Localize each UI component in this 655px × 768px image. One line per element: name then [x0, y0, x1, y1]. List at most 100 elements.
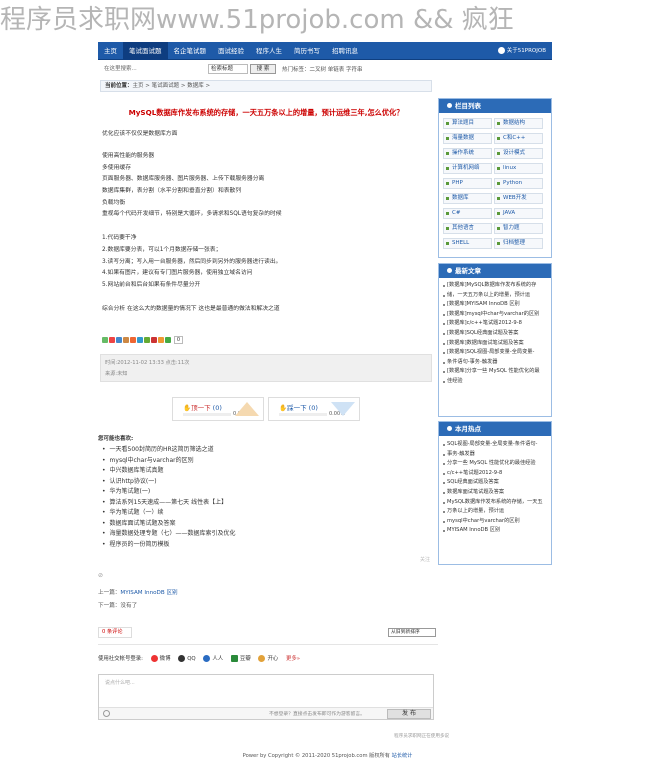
related-item[interactable]: 一天看500封简历的HR这简历筛选之道	[102, 445, 236, 456]
search-button[interactable]: 搜 索	[250, 64, 276, 74]
hot-item[interactable]: 数据库面试笔试题及答案	[443, 488, 547, 498]
latest-item[interactable]: [数据库]MySQL数据库作发布系统的存	[443, 281, 547, 291]
related-item[interactable]: 程序员的一份简历模板	[102, 540, 236, 551]
nav-resume[interactable]: 简历书写	[288, 42, 326, 60]
column-link[interactable]: 数据库	[443, 193, 492, 204]
hot-item[interactable]: SQL视图-局部变量-全局变量-条件语句-	[443, 440, 547, 450]
related-item[interactable]: 算法系列15天速成——第七天 线性表【上】	[102, 498, 236, 509]
main-nav: 主页 笔试面试题 名企笔试题 面试经验 程序人生 简历书写 招聘讯息 关于51P…	[98, 42, 552, 60]
column-link[interactable]: Python	[494, 178, 543, 189]
share-icon[interactable]	[123, 337, 129, 343]
related-item[interactable]: 中兴数据库笔试真题	[102, 466, 236, 477]
related-item[interactable]: 认识http协议(一)	[102, 477, 236, 488]
latest-item[interactable]: [数据库]c/c++笔试题2012-9-8	[443, 319, 547, 329]
share-icon[interactable]	[144, 337, 150, 343]
nav-home[interactable]: 主页	[98, 42, 123, 60]
weibo-icon[interactable]	[150, 655, 158, 662]
latest-item-cont[interactable]: 储，一天五万条以上的增量，预计运	[443, 291, 547, 301]
column-link[interactable]: 归档整理	[494, 238, 543, 249]
column-link[interactable]: 计算机网络	[443, 163, 492, 174]
duoshuo-footer[interactable]: 程序员求职网正在使用多说	[394, 733, 449, 739]
vote-up[interactable]: ✋顶一下 (0) 0.00%	[172, 397, 264, 421]
share-icon[interactable]	[137, 337, 143, 343]
column-link[interactable]: PHP	[443, 178, 492, 189]
column-link[interactable]: 海量数据	[443, 133, 492, 144]
emoji-icon[interactable]	[103, 710, 110, 717]
share-icon[interactable]	[151, 337, 157, 343]
hot-item[interactable]: SQL经典面试题及答案	[443, 478, 547, 488]
latest-item-cont[interactable]: 佳经验	[443, 377, 547, 387]
search-type-select[interactable]: 检索标题	[208, 64, 248, 74]
column-link[interactable]: JAVA	[494, 208, 543, 219]
hot-item-cont[interactable]: 事务-触发器	[443, 450, 547, 460]
service-kaixin[interactable]: 开心	[267, 656, 278, 662]
article-line: 页面服务器、数据库服务器、图片服务器、上传下载服务器分离	[102, 176, 265, 182]
latest-item[interactable]: [数据库]SQL视图-局部变量-全局变量-	[443, 348, 547, 358]
stats-link[interactable]: 站长统计	[392, 753, 413, 759]
vote-down[interactable]: ✋踩一下 (0) 0.00%	[268, 397, 360, 421]
related-item[interactable]: mysql中char与varchar的区别	[102, 456, 236, 467]
follow-label[interactable]: 关注	[420, 556, 430, 563]
nav-programmer-life[interactable]: 程序人生	[250, 42, 288, 60]
comment-count-tab[interactable]: 0 条评论	[98, 627, 132, 638]
related-item[interactable]: 数据库面试笔试题及答案	[102, 519, 236, 530]
latest-item[interactable]: [数据库]MYISAM InnoDB 区别	[443, 300, 547, 310]
related-item[interactable]: 华为笔试题（一）续	[102, 508, 236, 519]
nav-jobs[interactable]: 招聘讯息	[326, 42, 364, 60]
column-link[interactable]: WEB开发	[494, 193, 543, 204]
column-link[interactable]: 操作系统	[443, 148, 492, 159]
prev-label: 上一篇：	[98, 590, 121, 596]
share-icon[interactable]	[116, 337, 122, 343]
hot-item-cont[interactable]: 万条以上的增量，预计运	[443, 507, 547, 517]
latest-item[interactable]: [数据库]mysql中char与varchar的区别	[443, 310, 547, 320]
service-qq[interactable]: QQ	[187, 656, 196, 662]
related-item[interactable]: 华为笔试题(一)	[102, 487, 236, 498]
renren-icon[interactable]	[203, 655, 211, 662]
share-icon[interactable]	[102, 337, 108, 343]
guest-tip: 不想登录？直接点击发布即可作为游客留言。	[269, 712, 365, 717]
share-icon[interactable]	[109, 337, 115, 343]
breadcrumb-path[interactable]: 主页 > 笔试面试题 > 数据库 >	[133, 83, 211, 89]
service-douban[interactable]: 豆瓣	[240, 656, 251, 662]
hot-item[interactable]: mysql中char与varchar的区别	[443, 517, 547, 527]
column-link[interactable]: 其他语言	[443, 223, 492, 234]
column-link[interactable]: linux	[494, 163, 543, 174]
nav-interview-questions[interactable]: 笔试面试题	[123, 42, 168, 60]
hot-item[interactable]: 分享一些 MySQL 性能优化的最佳经验	[443, 459, 547, 469]
nav-company-questions[interactable]: 名企笔试题	[168, 42, 213, 60]
search-input[interactable]: 在这里搜索...	[104, 64, 204, 74]
prev-link[interactable]: MYISAM InnoDB 区别	[120, 590, 177, 596]
latest-item[interactable]: [数据库]SQL经典面试题及答案	[443, 329, 547, 339]
article-line: 数据库集群，表分割（水平分割和垂直分割）和表散列	[102, 188, 242, 194]
column-link[interactable]: C和C++	[494, 133, 543, 144]
latest-item[interactable]: [数据库]数据库面试笔试题及答案	[443, 339, 547, 349]
column-link[interactable]: 算法题目	[443, 118, 492, 129]
latest-item-cont[interactable]: 条件语句-事务-触发器	[443, 358, 547, 368]
more-services[interactable]: 更多»	[286, 656, 300, 662]
column-link[interactable]: SHELL	[443, 238, 492, 249]
send-button[interactable]: 发 布	[387, 709, 431, 719]
related-item[interactable]: 海量数据处理专题（七）——数据库索引及优化	[102, 529, 236, 540]
qq-icon[interactable]	[178, 655, 186, 662]
column-link[interactable]: 设计模式	[494, 148, 543, 159]
about-link[interactable]: 关于51PROJOB	[497, 42, 546, 60]
info-icon	[497, 47, 505, 54]
service-renren[interactable]: 人人	[212, 656, 223, 662]
comment-input[interactable]: 说点什么吧...	[105, 679, 135, 686]
column-link[interactable]: 智力题	[494, 223, 543, 234]
column-link[interactable]: C#	[443, 208, 492, 219]
column-link[interactable]: 数据结构	[494, 118, 543, 129]
comment-sort-select[interactable]: 从旧到新排序	[388, 628, 436, 637]
hot-item[interactable]: c/c++笔试题2012-9-8	[443, 469, 547, 479]
latest-item[interactable]: [数据库]分享一些 MySQL 性能优化的最	[443, 367, 547, 377]
share-icon[interactable]	[165, 337, 171, 343]
hot-item[interactable]: MYISAM InnoDB 区别	[443, 526, 547, 536]
rss-icon[interactable]: ⊘	[98, 572, 103, 579]
share-icon[interactable]	[130, 337, 136, 343]
nav-interview-experience[interactable]: 面试经验	[212, 42, 250, 60]
share-icon[interactable]	[158, 337, 164, 343]
douban-icon[interactable]	[230, 655, 238, 662]
service-weibo[interactable]: 微博	[160, 656, 171, 662]
kaixin-icon[interactable]	[258, 655, 266, 662]
hot-item[interactable]: MySQL数据库作发布系统的存储，一天五	[443, 498, 547, 508]
